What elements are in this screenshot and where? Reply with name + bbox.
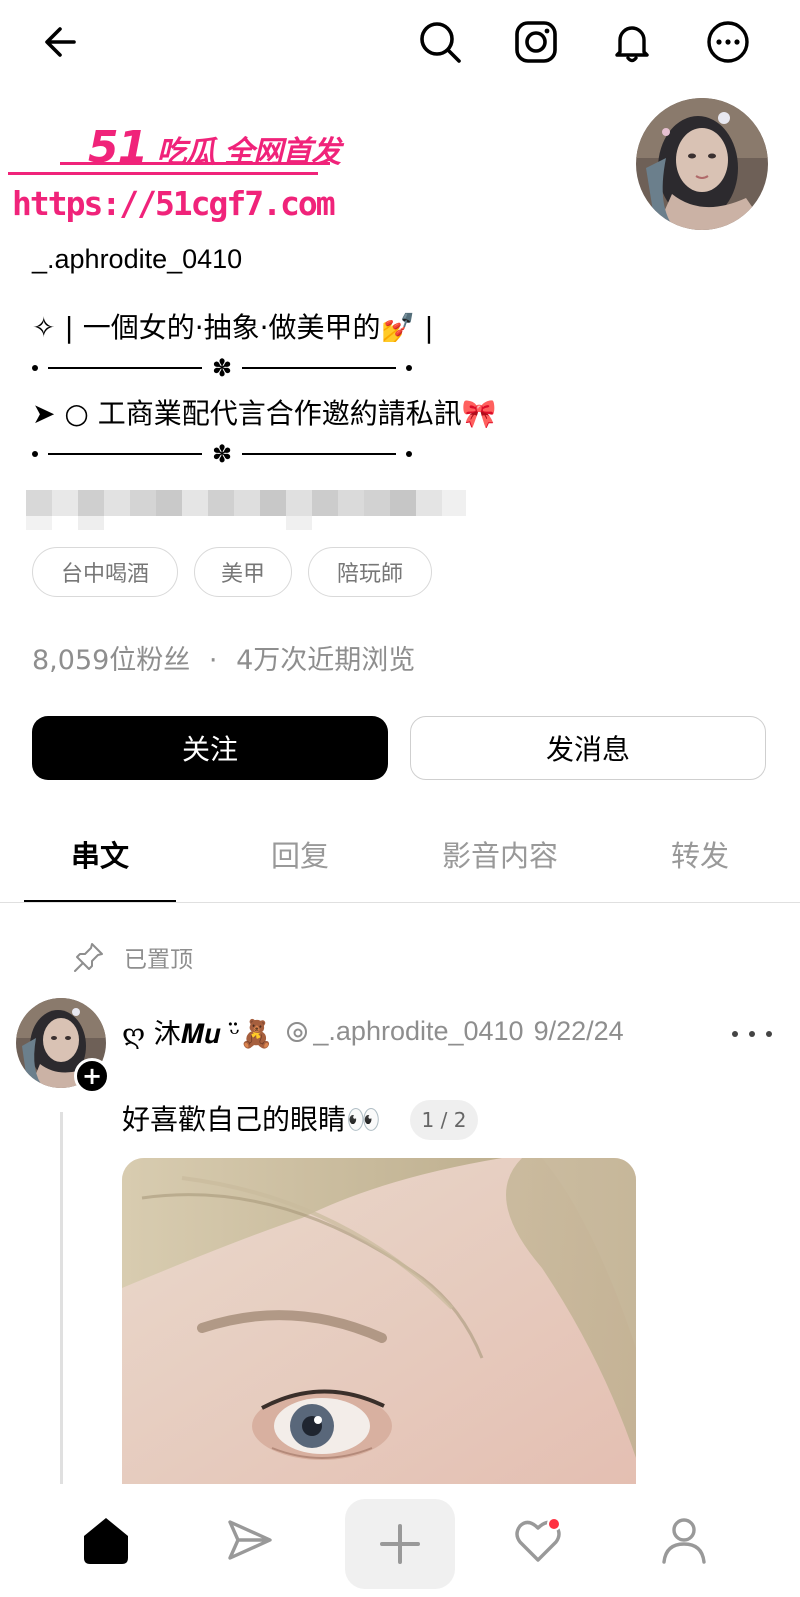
nav-home[interactable] xyxy=(56,1500,156,1580)
watermark-banner: 51 吃瓜 全网首发 https://51cgf7.com xyxy=(0,110,370,230)
nav-profile[interactable] xyxy=(634,1500,734,1580)
compose-icon xyxy=(380,1524,420,1564)
activity-icon xyxy=(515,1517,561,1562)
bio-divider: ✽ xyxy=(32,354,413,382)
profile-icon xyxy=(662,1518,706,1564)
tab-replies[interactable]: 回复 xyxy=(220,832,380,876)
profile-avatar[interactable] xyxy=(636,98,768,230)
recent-views-count: 4万次近期浏览 xyxy=(236,645,416,676)
stats-separator: · xyxy=(208,645,218,676)
nav-activity[interactable] xyxy=(488,1500,588,1580)
divider-dot xyxy=(32,365,38,371)
bio-line: ➤ ○ 工商業配代言合作邀約請私訊🎀 xyxy=(32,397,497,430)
message-button[interactable]: 发消息 xyxy=(410,716,766,780)
divider-line xyxy=(242,453,397,455)
bell-icon xyxy=(615,26,649,63)
post-date: 9/22/24 xyxy=(533,1016,624,1046)
tab-media[interactable]: 影音内容 xyxy=(420,832,580,876)
notification-dot xyxy=(547,1517,561,1531)
post-image[interactable] xyxy=(122,1158,636,1484)
arrow-left-icon xyxy=(45,27,76,57)
home-icon xyxy=(84,1518,128,1564)
follow-plus-icon[interactable]: + xyxy=(74,1058,110,1094)
media-counter: 1 / 2 xyxy=(410,1100,478,1140)
profile-tag[interactable]: 陪玩師 xyxy=(308,547,432,597)
bio-divider: ✽ xyxy=(32,440,413,468)
tabs-divider xyxy=(0,902,800,903)
divider-line xyxy=(48,453,202,455)
thread-line xyxy=(60,1112,63,1484)
pinned-label: 已置顶 xyxy=(124,947,193,973)
more-options-button[interactable] xyxy=(704,18,752,66)
instagram-icon xyxy=(515,21,557,63)
pin-icon xyxy=(74,943,103,972)
more-dot-icon xyxy=(749,1031,755,1037)
nav-compose[interactable] xyxy=(345,1499,455,1589)
more-circle-icon xyxy=(707,21,749,63)
divider-dot xyxy=(32,451,38,457)
post-handle[interactable]: _.aphrodite_0410 xyxy=(313,1016,523,1047)
divider-dot xyxy=(406,451,413,457)
post-display-name[interactable]: ღ 沐𝑴𝒖 ᵕ̈🧸 xyxy=(122,1012,273,1051)
more-dot-icon xyxy=(766,1031,772,1037)
bio-line: ✧ | 一個女的·抽象·做美甲的💅 | xyxy=(32,311,434,344)
watermark-url: https://51cgf7.com xyxy=(12,184,336,223)
post-header: ღ 沐𝑴𝒖 ᵕ̈🧸 _.aphrodite_0410 9/22/24 xyxy=(122,1012,624,1051)
profile-tag[interactable]: 美甲 xyxy=(194,547,292,597)
post-more-button[interactable] xyxy=(732,1024,772,1044)
divider-flower: ✽ xyxy=(211,440,233,468)
search-button[interactable] xyxy=(416,18,464,66)
post-text: 好喜歡自己的眼睛👀 xyxy=(122,1103,381,1136)
send-icon xyxy=(228,1520,272,1560)
divider-line xyxy=(242,367,397,369)
threads-icon xyxy=(287,1021,308,1042)
tab-reposts[interactable]: 转发 xyxy=(620,832,780,876)
notifications-button[interactable] xyxy=(608,18,656,66)
divider-dot xyxy=(406,365,413,371)
watermark-title: 51 吃瓜 全网首发 xyxy=(88,122,341,173)
profile-stats[interactable]: 8,059位粉丝 · 4万次近期浏览 xyxy=(32,638,415,677)
instagram-button[interactable] xyxy=(512,18,560,66)
nav-send[interactable] xyxy=(200,1500,300,1580)
divider-flower: ✽ xyxy=(211,354,233,382)
more-dot-icon xyxy=(732,1031,738,1037)
back-button[interactable] xyxy=(36,18,84,66)
profile-tag[interactable]: 台中喝酒 xyxy=(32,547,178,597)
followers-count[interactable]: 8,059位粉丝 xyxy=(32,645,190,676)
profile-username: _.aphrodite_0410 xyxy=(32,244,243,274)
blurred-link xyxy=(26,490,466,530)
search-icon xyxy=(420,22,461,63)
follow-button[interactable]: 关注 xyxy=(32,716,388,780)
pinned-indicator: 已置顶 xyxy=(72,940,193,974)
tab-threads[interactable]: 串文 xyxy=(24,832,176,876)
divider-line xyxy=(48,367,202,369)
